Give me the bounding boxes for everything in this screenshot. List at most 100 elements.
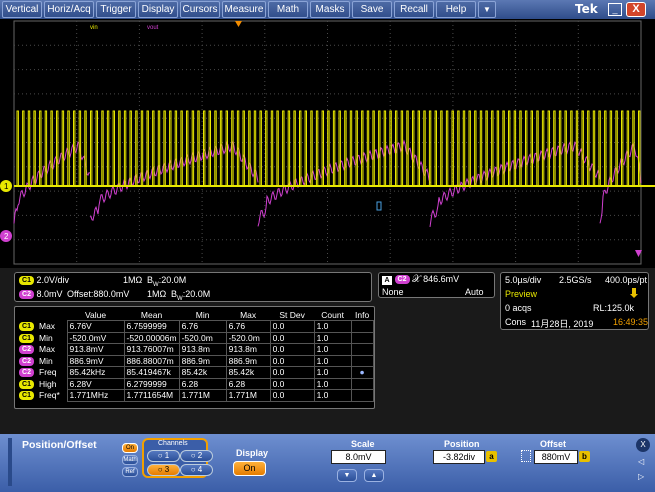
offset-field[interactable]: 880mV: [534, 450, 578, 464]
channel-2-button[interactable]: ○ 2: [180, 450, 213, 462]
measurement-chip-cell: C2: [17, 355, 37, 367]
ref-source-button[interactable]: Ref: [122, 467, 138, 477]
menu-display[interactable]: Display: [138, 1, 178, 18]
measurement-table-box[interactable]: Value Mean Min Max St Dev Count Info C1 M…: [14, 306, 375, 409]
col-header-name: [37, 309, 67, 321]
menu-help[interactable]: Help: [436, 1, 476, 18]
ch2-bandwidth: BW:20.0M: [171, 289, 211, 302]
scale-field[interactable]: 8.0mV: [331, 450, 386, 464]
measurement-chip-cell: C1: [17, 332, 37, 344]
measurement-name: Freq: [39, 367, 57, 378]
sample-rate: 2.5GS/s: [559, 275, 592, 285]
ch1-chip: C1: [19, 276, 34, 286]
ch1-settings-line[interactable]: C1 2.0V/div 1MΩ BW:20.0M: [19, 275, 186, 288]
panel-close-button[interactable]: X: [636, 438, 650, 452]
measurement-value: 913.8mV: [66, 343, 125, 356]
measurement-count: 1.0: [313, 331, 352, 344]
measurement-stdev: 0.0: [269, 331, 315, 344]
menu-recall[interactable]: Recall: [394, 1, 434, 18]
measurement-min: 1.771M: [178, 389, 227, 402]
measurement-min: -520.0m: [178, 331, 227, 344]
menu-dropdown-button[interactable]: ▼: [478, 1, 496, 18]
ch2-impedance: 1MΩ: [147, 289, 167, 299]
panel-grip-icon: [8, 438, 12, 486]
measurement-info: ●: [350, 366, 374, 379]
close-window-button[interactable]: X: [626, 2, 646, 17]
display-on-button[interactable]: On: [233, 461, 266, 476]
acq-status: Preview: [505, 289, 538, 299]
ch1-scale: 2.0V/div: [36, 275, 70, 285]
measurement-row[interactable]: C2 Max 913.8mV 913.76007m 913.8m 913.8m 0.0 1.0: [17, 343, 374, 356]
channel-1-button[interactable]: ○ 1: [147, 450, 180, 462]
scale-up-button[interactable]: ▲: [364, 469, 384, 482]
measurement-info: [350, 320, 374, 333]
measurement-info: [350, 354, 374, 367]
measurement-count: 1.0: [313, 366, 352, 379]
scale-down-button[interactable]: ▼: [337, 469, 357, 482]
on-source-button[interactable]: On: [122, 443, 138, 453]
measurement-mean: 6.7599999: [123, 320, 180, 333]
measurement-count: 1.0: [313, 343, 352, 356]
measurement-row[interactable]: C1 High 6.28V 6.2799999 6.28 6.28 0.0 1.0: [17, 377, 374, 390]
measurement-channel-chip: C1: [19, 379, 34, 389]
measurement-chip-cell: C1: [17, 378, 37, 390]
menu-masks[interactable]: Masks: [310, 1, 350, 18]
menu-save[interactable]: Save: [352, 1, 392, 18]
channel-3-button[interactable]: ○ 3: [147, 464, 180, 476]
menu-horiz-acq[interactable]: Horiz/Acq: [44, 1, 94, 18]
acquisition-readout-box[interactable]: 5.0µs/div 2.5GS/s 400.0ps/pt Preview 0 a…: [500, 272, 649, 330]
measurement-max: -520.0m: [225, 331, 271, 344]
measurement-min: 913.8m: [178, 343, 227, 356]
ch2-marker-label: 2: [4, 232, 9, 241]
channels-group: Channels ○ 1 ○ 2 ○ 3 ○ 4: [142, 438, 213, 478]
measurement-name: Min: [39, 332, 53, 343]
menu-vertical[interactable]: Vertical: [2, 1, 42, 18]
fine-adjust-icon[interactable]: [521, 450, 531, 462]
measurement-channel-chip: C2: [19, 368, 34, 378]
panel-scroll-left-icon[interactable]: ◁: [638, 457, 644, 466]
acq-time: 16:49:35: [613, 317, 649, 327]
channel-settings-box[interactable]: C1 2.0V/div 1MΩ BW:20.0M C2 8.0mV Offset…: [14, 272, 372, 302]
position-field[interactable]: -3.82div: [433, 450, 485, 464]
panel-scroll-right-icon[interactable]: ▷: [638, 472, 644, 481]
ch1-bandwidth: BW:20.0M: [147, 275, 187, 288]
measurement-row[interactable]: C2 Freq 85.42kHz 85.419467k 85.42k 85.42k 0.0 1…: [17, 366, 374, 379]
waveform-display[interactable]: vin vout 1 2: [0, 19, 655, 268]
measurement-info: [350, 377, 374, 390]
ch1-impedance: 1MΩ: [123, 275, 143, 285]
math-source-button[interactable]: Math: [122, 455, 138, 465]
menu-math[interactable]: Math: [268, 1, 308, 18]
measurement-count: 1.0: [313, 354, 352, 367]
measurement-name: Max: [39, 321, 56, 332]
measurement-mean: 886.88007m: [123, 354, 180, 367]
minimize-button[interactable]: _: [608, 3, 622, 16]
measurement-row[interactable]: C1 Max 6.76V 6.7599999 6.76 6.76 0.0 1.0: [17, 320, 374, 333]
measurement-name: High: [39, 378, 57, 389]
measurement-info: [350, 331, 374, 344]
measurement-mean: 913.76007m: [123, 343, 180, 356]
record-length: RL:125.0k: [593, 303, 635, 313]
acq-mode: Cons: [505, 317, 527, 327]
menu-measure[interactable]: Measure: [222, 1, 266, 18]
col-header-mean: Mean: [140, 309, 163, 320]
measurement-stdev: 0.0: [269, 366, 315, 379]
menu-cursors[interactable]: Cursors: [180, 1, 220, 18]
trigger-mode: Auto: [465, 287, 484, 297]
menu-trigger[interactable]: Trigger: [96, 1, 136, 18]
ch2-chip: C2: [19, 290, 34, 300]
trigger-position-marker-icon[interactable]: [235, 21, 242, 27]
measurement-row[interactable]: C1 Freq* 1.771MHz 1.7711654M 1.771M 1.771M 0.0…: [17, 389, 374, 402]
measurement-row[interactable]: C2 Min 886.9mV 886.88007m 886.9m 886.9m 0.0 1.0: [17, 354, 374, 367]
menu-bar: Vertical Horiz/Acq Trigger Display Curso…: [0, 0, 655, 19]
trigger-readout-box[interactable]: A C2 𝒳 846.6mV None Auto: [378, 272, 495, 298]
resolution: 400.0ps/pt: [605, 275, 648, 285]
knob-b-icon: b: [579, 451, 590, 462]
measurement-count: 1.0: [313, 377, 352, 390]
measurement-stdev: 0.0: [269, 354, 315, 367]
measurement-row[interactable]: C1 Min -520.0mV -520.00006m -520.0m -520.0m 0.…: [17, 331, 374, 344]
channel-4-button[interactable]: ○ 4: [180, 464, 213, 476]
ch2-settings-line[interactable]: C2 8.0mV Offset:880.0mV 1MΩ BW:20.0M: [19, 289, 210, 302]
col-header-max: Max: [240, 309, 257, 320]
measurement-chip-cell: C1: [17, 390, 37, 402]
measurement-mean: -520.00006m: [123, 331, 180, 344]
